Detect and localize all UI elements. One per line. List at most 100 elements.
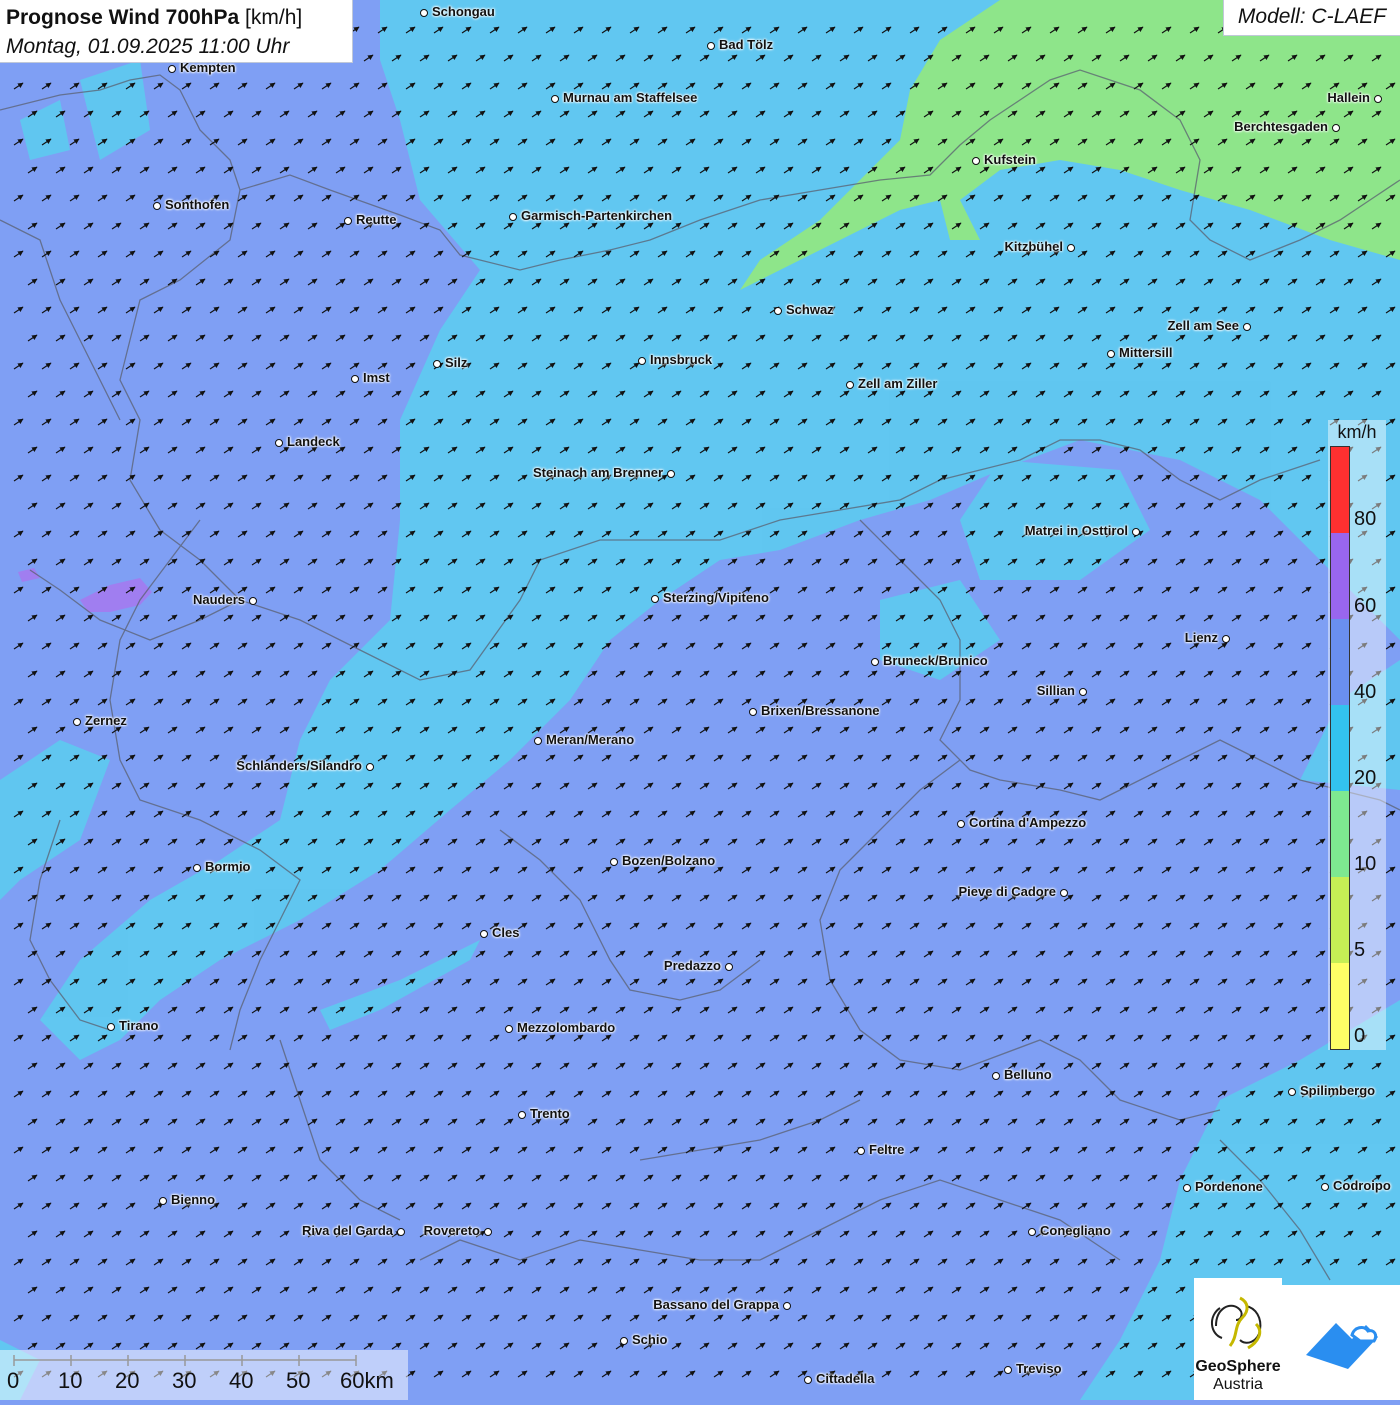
city-label[interactable]: Steinach am Brenner [533, 465, 663, 480]
legend-tick-5: 5 [1354, 939, 1366, 961]
city-label[interactable]: Cles [492, 925, 519, 940]
city-marker [1028, 1228, 1036, 1236]
city-marker [107, 1023, 115, 1031]
city-label[interactable]: Berchtesgaden [1234, 119, 1328, 134]
geosphere-emblem-icon [1211, 1296, 1262, 1350]
city-label[interactable]: Hallein [1327, 90, 1370, 105]
city-label[interactable]: Bienno [171, 1192, 215, 1207]
city-marker [857, 1147, 865, 1155]
city-marker [804, 1376, 812, 1384]
city-marker [707, 42, 715, 50]
city-label[interactable]: Innsbruck [650, 352, 712, 367]
city-marker [159, 1197, 167, 1205]
city-marker [275, 439, 283, 447]
city-label[interactable]: Bad Tölz [719, 37, 773, 52]
city-label[interactable]: Mezzolombardo [517, 1020, 615, 1035]
city-marker [783, 1302, 791, 1310]
city-marker [846, 381, 854, 389]
city-marker [397, 1228, 405, 1236]
city-label[interactable]: Belluno [1004, 1067, 1052, 1082]
model-label: Modell: C-LAEF [1223, 0, 1400, 36]
city-label[interactable]: Bormio [205, 859, 251, 874]
city-label[interactable]: Treviso [1016, 1361, 1062, 1376]
city-label[interactable]: Pieve di Cadore [958, 884, 1056, 899]
legend-seg-40 [1331, 619, 1349, 705]
city-label[interactable]: Matrei in Osttirol [1025, 523, 1128, 538]
color-legend: km/h 80 60 40 20 10 5 0 [1328, 420, 1386, 1050]
city-marker [620, 1337, 628, 1345]
legend-seg-80 [1331, 447, 1349, 533]
city-label[interactable]: Spilimbergo [1300, 1083, 1375, 1098]
city-marker [1004, 1366, 1012, 1374]
weather-app-logo[interactable] [1282, 1285, 1400, 1400]
map-subtitle: Montag, 01.09.2025 11:00 Uhr [6, 35, 290, 58]
city-marker [366, 763, 374, 771]
city-label[interactable]: Bruneck/Brunico [883, 653, 988, 668]
city-marker [1332, 124, 1340, 132]
scale-label-60km: 60km [340, 1368, 394, 1393]
city-label[interactable]: Predazzo [664, 958, 721, 973]
city-label[interactable]: Zernez [85, 713, 127, 728]
city-marker [509, 213, 517, 221]
city-label[interactable]: Murnau am Staffelsee [563, 90, 697, 105]
city-marker [344, 217, 352, 225]
legend-tick-0: 0 [1354, 1025, 1366, 1047]
city-label[interactable]: Conegliano [1040, 1223, 1111, 1238]
city-label[interactable]: Schio [632, 1332, 667, 1347]
legend-tick-10: 10 [1354, 853, 1377, 875]
city-label[interactable]: Pordenone [1195, 1179, 1263, 1194]
city-marker [153, 202, 161, 210]
city-label[interactable]: Brixen/Bressanone [761, 703, 880, 718]
city-label[interactable]: Sonthofen [165, 197, 229, 212]
city-label[interactable]: Mittersill [1119, 345, 1172, 360]
city-label[interactable]: Nauders [193, 592, 245, 607]
city-label[interactable]: Imst [363, 370, 390, 385]
city-label[interactable]: Kitzbühel [1005, 239, 1064, 254]
city-label[interactable]: Meran/Merano [546, 732, 634, 747]
city-label[interactable]: Kempten [180, 60, 236, 75]
city-label[interactable]: Lienz [1185, 630, 1218, 645]
legend-tick-80: 80 [1354, 508, 1377, 530]
city-label[interactable]: Bozen/Bolzano [622, 853, 715, 868]
city-label[interactable]: Silz [445, 355, 467, 370]
city-marker [168, 65, 176, 73]
city-label[interactable]: Cortina d'Ampezzo [969, 815, 1086, 830]
city-marker [871, 658, 879, 666]
city-label[interactable]: Garmisch-Partenkirchen [521, 208, 672, 223]
city-label[interactable]: Schwaz [786, 302, 834, 317]
city-label[interactable]: Schongau [432, 4, 495, 19]
city-label[interactable]: Schlanders/Silandro [236, 758, 362, 773]
legend-tick-20: 20 [1354, 767, 1377, 789]
city-label[interactable]: Zell am Ziller [858, 376, 937, 391]
city-label[interactable]: Trento [530, 1106, 570, 1121]
city-label[interactable]: Sillian [1037, 683, 1075, 698]
city-marker [73, 718, 81, 726]
city-marker [518, 1111, 526, 1119]
scale-label-10: 10 [58, 1368, 83, 1393]
map-title: Prognose Wind 700hPa [km/h] [6, 3, 346, 32]
city-label[interactable]: Rovereto [424, 1223, 480, 1238]
legend-bar [1330, 446, 1350, 1050]
geosphere-country: Austria [1213, 1376, 1263, 1393]
city-label[interactable]: Landeck [287, 434, 340, 449]
city-label[interactable]: Sterzing/Vipiteno [663, 590, 769, 605]
city-label[interactable]: Zell am See [1167, 318, 1239, 333]
city-label[interactable]: Reutte [356, 212, 396, 227]
city-label[interactable]: Kufstein [984, 152, 1036, 167]
city-label[interactable]: Feltre [869, 1142, 904, 1157]
scale-label-50: 50 [286, 1368, 311, 1393]
weather-app-icon [1306, 1323, 1378, 1369]
scale-bar: 0 10 20 30 40 50 60km [0, 1350, 408, 1400]
scale-label-0: 0 [7, 1368, 20, 1393]
city-label[interactable]: Bassano del Grappa [653, 1297, 779, 1312]
city-label[interactable]: Riva del Garda [302, 1223, 393, 1238]
city-marker [484, 1228, 492, 1236]
geosphere-logo[interactable]: GeoSphere Austria [1194, 1278, 1282, 1400]
legend-tick-60: 60 [1354, 595, 1377, 617]
city-label[interactable]: Cittadella [816, 1371, 875, 1386]
city-label[interactable]: Tirano [119, 1018, 159, 1033]
title-box: Prognose Wind 700hPa [km/h] Montag, 01.0… [0, 0, 353, 63]
city-label[interactable]: Codroipo [1333, 1178, 1391, 1193]
scale-label-20: 20 [115, 1368, 140, 1393]
city-marker [1374, 95, 1382, 103]
